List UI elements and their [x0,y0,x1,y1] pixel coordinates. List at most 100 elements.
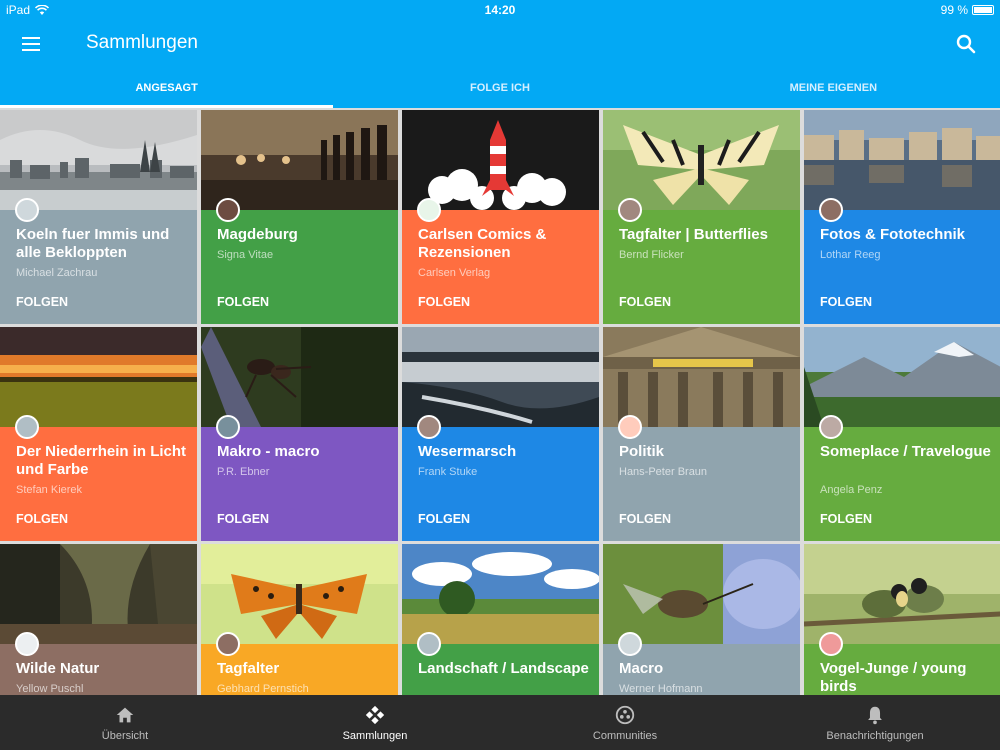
nav-sammlungen[interactable]: Sammlungen [250,695,500,750]
collection-photo [0,327,197,427]
card-owner: Yellow Puschl [16,683,84,695]
card-body: Wilde Natur Yellow Puschl [0,632,197,695]
follow-button[interactable]: FOLGEN [619,295,671,309]
follow-button[interactable]: FOLGEN [418,512,470,526]
card-owner: Frank Stuke [418,466,478,478]
card-body: Vogel-Junge / young birds [804,632,1000,695]
follow-button[interactable]: FOLGEN [418,295,470,309]
collection-card[interactable]: Vogel-Junge / young birds [804,544,1000,695]
card-title: Politik [619,443,665,460]
nav-label: Communities [592,730,658,742]
follow-button[interactable]: FOLGEN [217,295,269,309]
app-bar: Sammlungen [0,20,1000,68]
avatar [618,415,642,439]
tab-angesagt[interactable]: ANGESAGT [0,68,334,108]
collection-card[interactable]: Magdeburg Signa Vitae FOLGEN [201,110,398,324]
card-title: Carlsen Comics & Rezensionen [418,226,547,261]
collection-photo [603,544,800,644]
collection-card[interactable]: Koeln fuer Immis und alle Bekloppten Mic… [0,110,197,324]
collection-card[interactable]: Tagfalter Gebhard Pernstich [201,544,398,695]
card-title: Someplace / Travelogue [820,443,991,460]
avatar [417,632,441,656]
collection-card[interactable]: Someplace / Travelogue Angela Penz FOLGE… [804,327,1000,541]
card-owner: Carlsen Verlag [418,267,491,279]
collection-photo [402,110,599,210]
card-title: Tagfalter [217,660,280,677]
collection-card[interactable]: Der Niederrhein in Licht und Farbe Stefa… [0,327,197,541]
tab-folge-ich[interactable]: FOLGE ICH [333,68,666,108]
card-title: Fotos & Fototechnik [820,226,965,243]
card-owner: Stefan Kierek [16,484,83,496]
avatar [618,632,642,656]
battery-percent: 99 % [940,3,968,17]
follow-button[interactable]: FOLGEN [16,512,68,526]
avatar [15,632,39,656]
avatar [819,415,843,439]
collection-photo [0,110,197,210]
avatar [216,198,240,222]
battery-icon [972,5,994,15]
collection-card[interactable]: Carlsen Comics & Rezensionen Carlsen Ver… [402,110,599,324]
collection-photo [0,544,197,644]
collection-card[interactable]: Landschaft / Landscape [402,544,599,695]
avatar [618,198,642,222]
collection-photo [201,544,398,644]
card-owner: Bernd Flicker [619,249,684,261]
menu-icon[interactable] [22,32,48,56]
card-title: Macro [619,660,664,677]
clock: 14:20 [484,3,516,17]
card-title: Makro - macro [217,443,320,460]
nav-benachrichtigungen[interactable]: Benachrichtigungen [750,695,1000,750]
collections-grid: Koeln fuer Immis und alle Bekloppten Mic… [0,108,1000,695]
collection-photo [402,544,599,644]
follow-button[interactable]: FOLGEN [820,295,872,309]
collection-card[interactable]: Fotos & Fototechnik Lothar Reeg FOLGEN [804,110,1000,324]
avatar [15,198,39,222]
avatar [216,632,240,656]
collection-photo [201,110,398,210]
card-owner: Michael Zachrau [16,267,98,279]
collection-card[interactable]: Macro Werner Hofmann [603,544,800,695]
card-owner: Hans-Peter Braun [619,466,708,478]
collection-photo [402,327,599,427]
collection-photo [804,110,1000,210]
card-owner: Angela Penz [820,484,883,496]
card-title: Tagfalter | Butterflies [619,226,768,243]
avatar [216,415,240,439]
collection-card[interactable]: Wesermarsch Frank Stuke FOLGEN [402,327,599,541]
card-title: Koeln fuer Immis und alle Bekloppten [16,226,170,261]
collections-icon [365,705,385,725]
follow-button[interactable]: FOLGEN [619,512,671,526]
nav-communities[interactable]: Communities [500,695,750,750]
avatar [15,415,39,439]
nav-label: Sammlungen [342,730,408,742]
search-icon[interactable] [954,32,978,56]
nav-uebersicht[interactable]: Übersicht [0,695,250,750]
follow-button[interactable]: FOLGEN [16,295,68,309]
card-title: Landschaft / Landscape [418,660,589,677]
card-body: Tagfalter Gebhard Pernstich [201,632,398,695]
collection-photo [603,110,800,210]
status-bar: iPad 14:20 99 % [0,0,1000,20]
card-title: Magdeburg [217,226,298,243]
card-title: Wesermarsch [418,443,517,460]
collection-card[interactable]: Wilde Natur Yellow Puschl [0,544,197,695]
card-owner: Gebhard Pernstich [217,683,309,695]
follow-button[interactable]: FOLGEN [217,512,269,526]
tab-meine-eigenen[interactable]: MEINE EIGENEN [667,68,1000,108]
collection-card[interactable]: Politik Hans-Peter Braun FOLGEN [603,327,800,541]
collection-card[interactable]: Tagfalter | Butterflies Bernd Flicker FO… [603,110,800,324]
home-icon [116,707,134,723]
follow-button[interactable]: FOLGEN [820,512,872,526]
card-title: Vogel-Junge / young birds [820,660,967,695]
card-title: Wilde Natur [16,660,100,677]
nav-label: Benachrichtigungen [826,730,924,742]
card-owner: P.R. Ebner [217,466,270,478]
avatar [819,198,843,222]
collection-photo [804,544,1000,644]
card-owner: Signa Vitae [217,249,274,261]
card-body: Landschaft / Landscape [402,632,599,695]
bell-icon [868,706,882,725]
collection-card[interactable]: Makro - macro P.R. Ebner FOLGEN [201,327,398,541]
collection-photo [603,327,800,427]
